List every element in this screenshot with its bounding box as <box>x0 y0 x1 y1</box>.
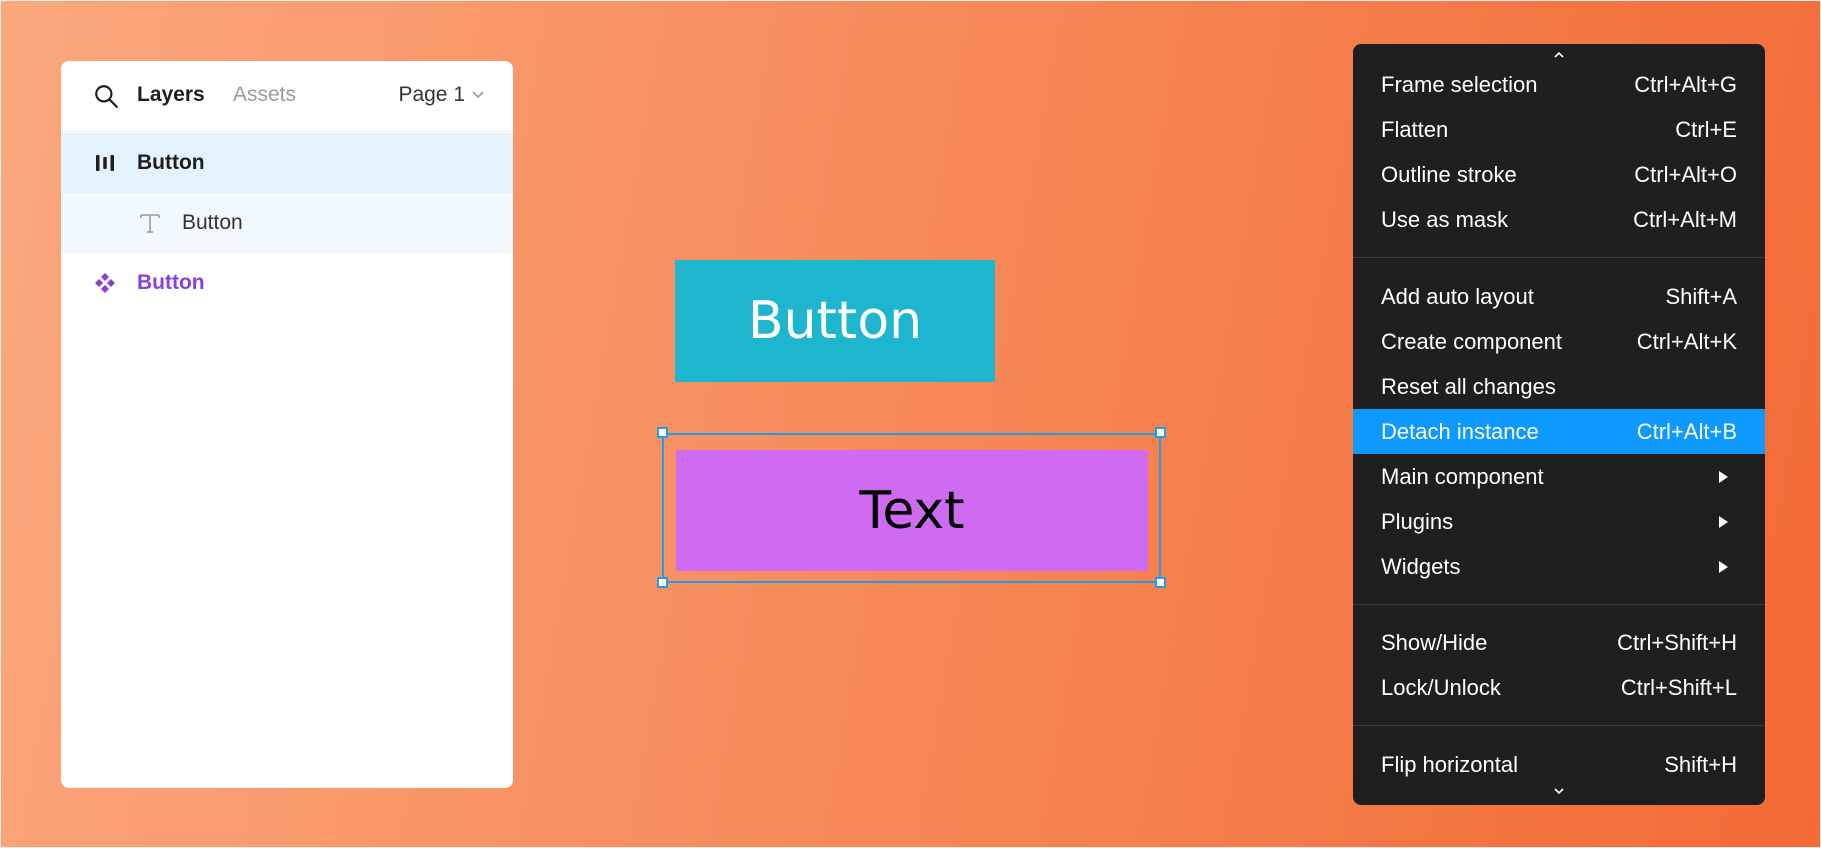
menu-item-create-component[interactable]: Create component Ctrl+Alt+K <box>1353 319 1765 364</box>
menu-item-use-as-mask[interactable]: Use as mask Ctrl+Alt+M <box>1353 197 1765 242</box>
menu-item-lock-unlock[interactable]: Lock/Unlock Ctrl+Shift+L <box>1353 665 1765 710</box>
menu-item-frame-selection[interactable]: Frame selection Ctrl+Alt+G <box>1353 62 1765 107</box>
menu-item-label: Reset all changes <box>1381 374 1556 399</box>
canvas-text-label: Text <box>859 480 965 541</box>
menu-divider <box>1353 725 1765 726</box>
menu-item-show-hide[interactable]: Show/Hide Ctrl+Shift+H <box>1353 620 1765 665</box>
menu-item-widgets[interactable]: Widgets <box>1353 544 1765 589</box>
menu-item-label: Add auto layout <box>1381 284 1534 309</box>
resize-handle-bottom-right[interactable] <box>1155 577 1166 588</box>
menu-item-shortcut: Ctrl+Shift+H <box>1617 630 1737 655</box>
menu-item-label: Create component <box>1381 329 1562 354</box>
text-layer-icon <box>140 214 160 233</box>
page-selector-label: Page 1 <box>398 83 465 106</box>
resize-handle-bottom-left[interactable] <box>657 577 668 588</box>
search-icon[interactable] <box>93 83 119 109</box>
menu-item-label: Outline stroke <box>1381 162 1517 187</box>
submenu-arrow-icon <box>1719 561 1728 573</box>
menu-item-label: Use as mask <box>1381 207 1509 232</box>
layer-label: Button <box>137 151 205 174</box>
tab-assets[interactable]: Assets <box>233 83 296 107</box>
menu-divider <box>1353 257 1765 258</box>
menu-item-main-component[interactable]: Main component <box>1353 454 1765 499</box>
menu-item-flatten[interactable]: Flatten Ctrl+E <box>1353 107 1765 152</box>
layer-row-button-text[interactable]: Button <box>61 193 513 253</box>
menu-item-label: Detach instance <box>1381 419 1539 444</box>
menu-item-add-auto-layout[interactable]: Add auto layout Shift+A <box>1353 274 1765 319</box>
context-menu: Frame selection Ctrl+Alt+G Flatten Ctrl+… <box>1353 44 1765 805</box>
resize-handle-top-right[interactable] <box>1155 427 1166 438</box>
menu-item-label: Main component <box>1381 464 1544 489</box>
menu-item-flip-horizontal[interactable]: Flip horizontal Shift+H <box>1353 742 1765 787</box>
menu-item-label: Show/Hide <box>1381 630 1488 655</box>
menu-item-shortcut: Ctrl+Shift+L <box>1620 675 1737 700</box>
canvas-text-block[interactable]: Text <box>676 450 1148 571</box>
menu-item-label: Plugins <box>1381 509 1454 534</box>
menu-item-shortcut: Ctrl+Alt+O <box>1634 162 1737 187</box>
canvas-background[interactable]: Layers Assets Page 1 Button Button Butto… <box>0 0 1821 848</box>
layer-row-button-component[interactable]: Button <box>61 253 513 313</box>
layer-row-button-frame[interactable]: Button <box>61 133 513 193</box>
menu-item-shortcut: Ctrl+Alt+B <box>1636 419 1737 444</box>
menu-item-outline-stroke[interactable]: Outline stroke Ctrl+Alt+O <box>1353 152 1765 197</box>
menu-item-shortcut: Ctrl+E <box>1675 117 1737 142</box>
canvas-button-component[interactable]: Button <box>675 260 995 382</box>
menu-item-shortcut: Ctrl+Alt+K <box>1636 329 1737 354</box>
frame-autolayout-icon <box>96 155 114 171</box>
chevron-down-icon <box>472 91 484 99</box>
menu-item-label: Flip horizontal <box>1381 752 1518 777</box>
page-selector[interactable]: Page 1 <box>398 83 485 107</box>
menu-item-label: Lock/Unlock <box>1381 675 1501 700</box>
menu-item-label: Widgets <box>1381 554 1461 579</box>
menu-item-reset-all-changes[interactable]: Reset all changes <box>1353 364 1765 409</box>
layers-panel-header: Layers Assets Page 1 <box>61 61 513 132</box>
menu-divider <box>1353 604 1765 605</box>
menu-item-shortcut: Shift+H <box>1664 752 1737 777</box>
layers-panel: Layers Assets Page 1 Button Button Butto… <box>61 61 513 788</box>
scroll-down-icon[interactable] <box>1552 786 1566 796</box>
menu-item-label: Flatten <box>1381 117 1449 142</box>
menu-item-shortcut: Ctrl+Alt+M <box>1633 207 1737 232</box>
layer-label: Button <box>182 211 243 234</box>
menu-item-shortcut: Ctrl+Alt+G <box>1634 72 1737 97</box>
scroll-up-icon[interactable] <box>1552 50 1566 60</box>
menu-item-shortcut: Shift+A <box>1665 284 1737 309</box>
submenu-arrow-icon <box>1719 471 1728 483</box>
canvas-button-label: Button <box>747 291 923 351</box>
layer-label: Button <box>137 271 205 294</box>
menu-item-plugins[interactable]: Plugins <box>1353 499 1765 544</box>
resize-handle-top-left[interactable] <box>657 427 668 438</box>
menu-item-detach-instance[interactable]: Detach instance Ctrl+Alt+B <box>1353 409 1765 454</box>
component-icon <box>95 273 115 293</box>
submenu-arrow-icon <box>1719 516 1728 528</box>
tab-layers[interactable]: Layers <box>137 83 205 107</box>
menu-item-label: Frame selection <box>1381 72 1538 97</box>
